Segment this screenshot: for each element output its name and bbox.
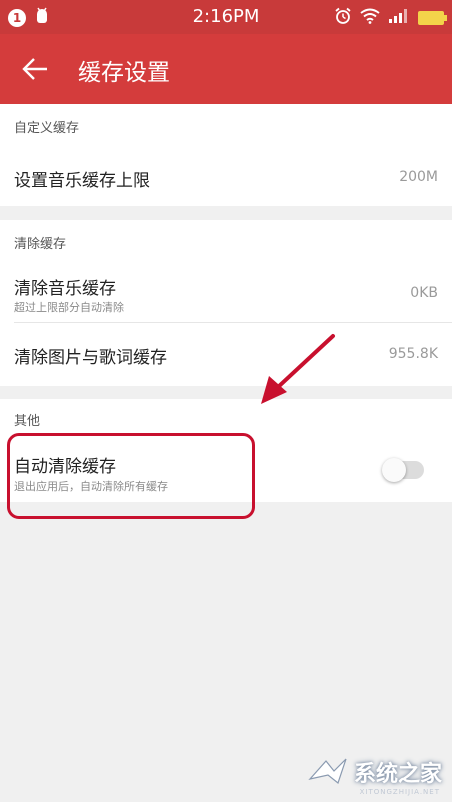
toggle-knob: [382, 458, 406, 482]
alarm-icon: [334, 7, 352, 29]
wifi-icon: [360, 8, 380, 28]
row-value: 0KB: [410, 285, 438, 301]
row-title: 清除音乐缓存: [14, 279, 116, 299]
row-title: 清除图片与歌词缓存: [14, 348, 167, 368]
section-custom-cache: 自定义缓存 设置音乐缓存上限 200M: [0, 104, 452, 206]
row-clear-image-lyrics-cache[interactable]: 清除图片与歌词缓存 955.8K: [0, 323, 452, 386]
status-right: [334, 7, 447, 29]
row-title: 设置音乐缓存上限: [14, 171, 150, 191]
row-value: 955.8K: [388, 346, 438, 362]
signal-icon: [388, 8, 410, 28]
watermark-text: 系统之家: [353, 762, 442, 787]
section-clear-cache: 清除缓存 清除音乐缓存 超过上限部分自动清除 0KB 清除图片与歌词缓存 955…: [0, 220, 452, 386]
back-arrow-icon: [22, 58, 47, 80]
row-clear-music-cache[interactable]: 清除音乐缓存 超过上限部分自动清除 0KB: [0, 260, 452, 322]
arrow-annotation: [261, 334, 335, 404]
row-value: 200M: [399, 169, 438, 185]
status-bar: 1 2:16PM: [0, 0, 452, 34]
highlight-annotation: [7, 433, 255, 519]
watermark: 系统之家: [308, 756, 442, 788]
row-music-cache-limit[interactable]: 设置音乐缓存上限 200M: [0, 144, 452, 206]
back-button[interactable]: [18, 52, 52, 86]
battery-icon: [418, 11, 447, 25]
section-header: 自定义缓存: [14, 121, 80, 136]
watermark-logo-icon: [308, 758, 347, 785]
auto-clear-toggle[interactable]: [382, 458, 424, 482]
page-title: 缓存设置: [78, 60, 170, 86]
toolbar: 缓存设置: [0, 34, 452, 104]
section-header: 其他: [14, 414, 41, 429]
row-subtitle: 超过上限部分自动清除: [14, 301, 124, 314]
watermark-subtext: XITONGZHIJIA.NET: [359, 788, 440, 796]
section-header: 清除缓存: [14, 237, 67, 252]
